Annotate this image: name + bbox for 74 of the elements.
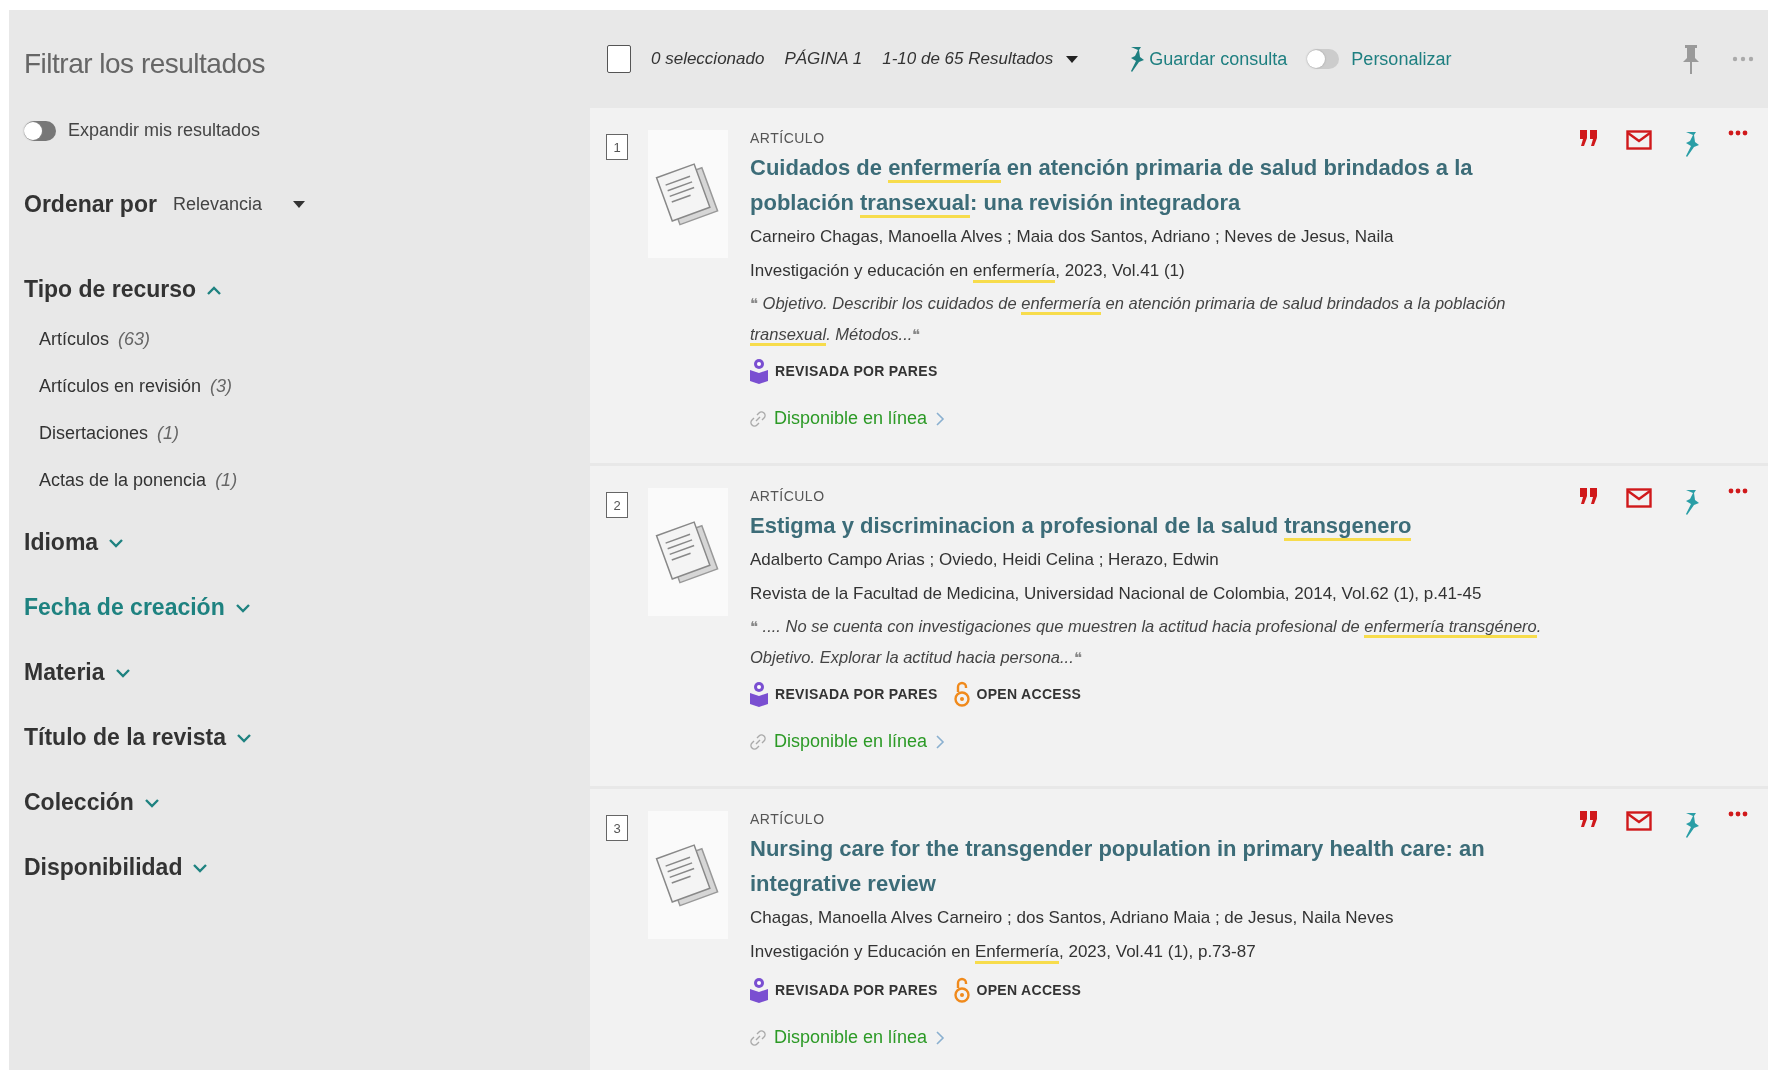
link-icon <box>750 410 766 427</box>
results-range-dropdown[interactable]: 1-10 de 65 Resultados <box>882 49 1080 69</box>
filter-heading: Filtrar los resultados <box>24 48 267 80</box>
resource-type: ARTÍCULO <box>750 488 826 504</box>
more-icon[interactable] <box>1728 488 1748 494</box>
toggle-label: Expandir mis resultados <box>68 120 261 141</box>
more-icon[interactable] <box>1728 811 1748 817</box>
save-query-link[interactable]: Guardar consulta <box>1125 45 1288 73</box>
facet-heading[interactable]: Disponibilidad <box>24 854 575 881</box>
chevron-icon <box>935 410 946 427</box>
result-snippet: ❝ Objetivo. Describir los cuidados de enfermería en atención primaria de salud brindados a la población transexual. Métodos...❝ <box>750 288 1554 350</box>
chevron-icon <box>935 733 946 750</box>
result-title[interactable]: Cuidados de enfermería en atención primaria de salud brindados a la población transexual: una revisión integradora <box>750 150 1554 220</box>
chevron-icon <box>235 732 252 743</box>
result-authors: Carneiro Chagas, Manoella Alves ; Maia dos Santos, Adriano ; Neves de Jesus, Naila <box>750 226 1395 248</box>
chevron-icon <box>234 602 251 613</box>
resource-type: ARTÍCULO <box>750 130 826 146</box>
facet-heading[interactable]: Tipo de recurso <box>24 276 575 303</box>
open-lock-icon <box>953 681 970 707</box>
page-label: PÁGINA 1 <box>784 49 863 69</box>
citation-icon[interactable] <box>1580 811 1598 827</box>
result-snippet: ❝ .... No se cuenta con investigaciones que muestren la actitud hacia profesional de enfermería transgénero. Objetivo. Explorar la actitud hacia persona...❝ <box>750 616 1543 668</box>
selected-count: 0 seleccionado <box>651 49 765 69</box>
badge-label: REVISADA POR PARES <box>775 363 938 379</box>
book-reader-icon <box>750 681 768 707</box>
facet-option[interactable]: Artículos (63) <box>39 329 575 350</box>
facet-option[interactable]: Disertaciones (1) <box>39 423 575 444</box>
badge-label: OPEN ACCESS <box>976 982 1082 998</box>
sort-dropdown[interactable]: Relevancia <box>172 194 306 215</box>
citation-icon[interactable] <box>1580 130 1598 146</box>
personalize-label[interactable]: Personalizar <box>1351 48 1452 70</box>
result-authors: Chagas, Manoella Alves Carneiro ; dos Santos, Adriano Maia ; de Jesus, Naila Neves <box>750 907 1395 929</box>
more-icon[interactable] <box>1728 130 1748 136</box>
caret-icon <box>1065 54 1080 64</box>
facet-option[interactable]: Actas de la ponencia (1) <box>39 470 575 491</box>
mail-icon[interactable] <box>1626 488 1652 508</box>
result-title[interactable]: Estigma y discriminacion a profesional de la salud transgenero <box>750 508 1554 543</box>
chevron-icon <box>206 284 223 295</box>
result-number: 2 <box>606 492 628 518</box>
resource-type: ARTÍCULO <box>750 811 826 827</box>
chevron-icon <box>192 862 209 873</box>
book-reader-icon <box>750 977 768 1003</box>
select-all-checkbox[interactable] <box>607 45 631 73</box>
sort-label: Ordenar por <box>24 191 157 218</box>
toggle-switch[interactable] <box>1307 49 1340 69</box>
chevron-icon <box>114 667 131 678</box>
book-reader-icon <box>750 358 768 384</box>
result-source: Investigación y Educación en Enfermería, 2023, Vol.41 (1), p.73-87 <box>750 935 1554 969</box>
chevron-icon <box>935 1029 946 1046</box>
toggle-switch[interactable] <box>24 120 56 141</box>
facet-heading[interactable]: Materia <box>24 659 575 686</box>
result-number: 3 <box>606 815 628 841</box>
facet-heading[interactable]: Título de la revista <box>24 724 575 751</box>
facet-heading[interactable]: Colección <box>24 789 575 816</box>
caret-icon <box>292 200 306 209</box>
result-source: Investigación y educación en enfermería, 2023, Vol.41 (1) <box>750 254 1554 288</box>
badge-label: REVISADA POR PARES <box>775 982 938 998</box>
badge-label: OPEN ACCESS <box>976 686 1082 702</box>
link-icon <box>750 733 766 750</box>
mail-icon[interactable] <box>1626 130 1652 150</box>
citation-icon[interactable] <box>1580 488 1598 504</box>
chevron-icon <box>108 537 125 548</box>
result-source: Revista de la Facultad de Medicina, Universidad Nacional de Colombia, 2014, Vol.62 (1), p.41-45 <box>750 583 1483 605</box>
facet-heading[interactable]: Fecha de creación <box>24 594 575 621</box>
facet-heading[interactable]: Idioma <box>24 529 575 556</box>
badge-label: REVISADA POR PARES <box>775 686 938 702</box>
result-authors: Adalberto Campo Arias ; Oviedo, Heidi Celina ; Herazo, Edwin <box>750 549 1220 571</box>
link-icon <box>750 1029 766 1046</box>
open-lock-icon <box>953 977 970 1003</box>
result-title[interactable]: Nursing care for the transgender population in primary health care: an integrative review <box>750 831 1554 901</box>
mail-icon[interactable] <box>1626 811 1652 831</box>
chevron-icon <box>143 797 160 808</box>
result-number: 1 <box>606 134 628 160</box>
facet-option[interactable]: Artículos en revisión (3) <box>39 376 575 397</box>
